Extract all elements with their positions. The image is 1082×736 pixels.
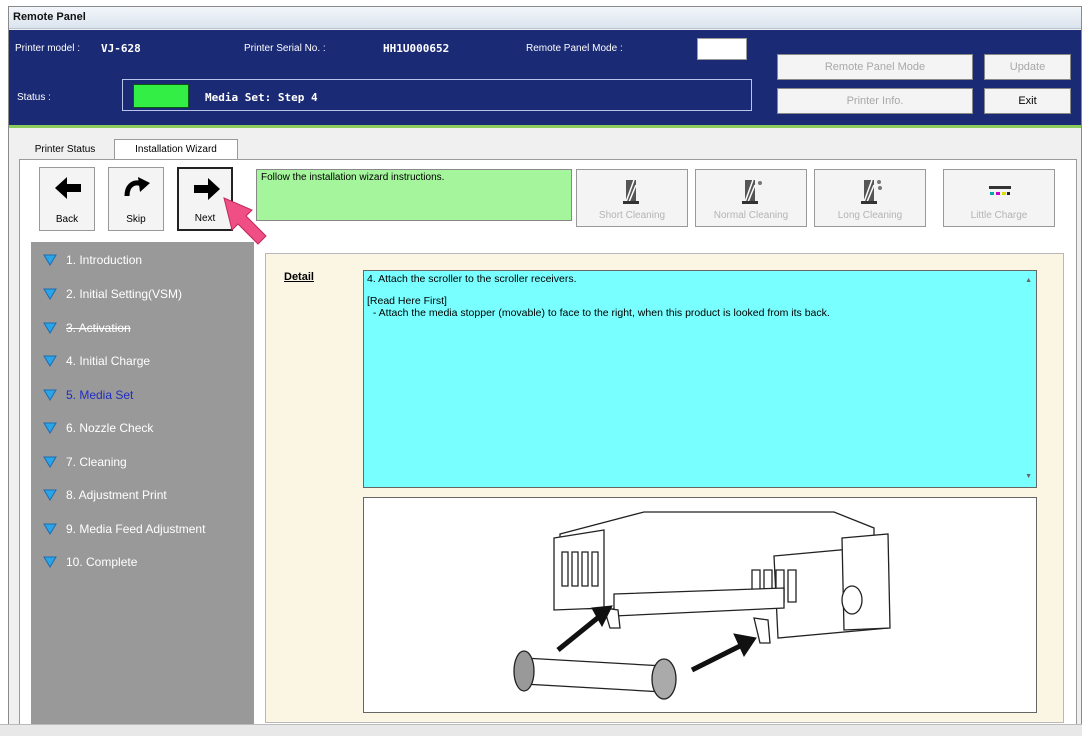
pointer-hand-icon <box>223 197 267 245</box>
wizard-step-adjustment-print[interactable]: 8. Adjustment Print <box>43 485 167 505</box>
wizard-step-media-set[interactable]: 5. Media Set <box>43 385 133 405</box>
step-label: 2. Initial Setting(VSM) <box>66 287 183 301</box>
status-indicator <box>133 84 189 108</box>
step-triangle-icon <box>43 355 57 367</box>
short-cleaning-label: Short Cleaning <box>598 210 666 221</box>
step-triangle-icon <box>43 322 57 334</box>
printer-scroller-diagram <box>513 511 891 700</box>
step-label: 7. Cleaning <box>66 455 127 469</box>
detail-spacer <box>367 285 1033 295</box>
step-label: 8. Adjustment Print <box>66 488 167 502</box>
status-text: Media Set: Step 4 <box>205 91 318 104</box>
tab-printer-status[interactable]: Printer Status <box>19 139 111 159</box>
wizard-step-nozzle-check[interactable]: 6. Nozzle Check <box>43 418 153 438</box>
detail-panel: Detail 4. Attach the scroller to the scr… <box>265 253 1064 723</box>
step-triangle-icon <box>43 523 57 535</box>
skip-button[interactable]: Skip <box>108 167 164 231</box>
normal-cleaning-button[interactable]: Normal Cleaning <box>695 169 807 227</box>
back-label: Back <box>55 214 79 225</box>
wizard-step-activation[interactable]: 3. Activation <box>43 318 131 338</box>
little-charge-label: Little Charge <box>970 210 1028 221</box>
printer-header: Printer model : VJ-628 Printer Serial No… <box>9 30 1081 125</box>
status-bar <box>0 724 1082 736</box>
step-label: 4. Initial Charge <box>66 354 151 368</box>
step-label: 1. Introduction <box>66 253 143 267</box>
detail-line-heading: [Read Here First] <box>367 295 447 307</box>
wizard-content: Back Skip Next Follow the installation w… <box>19 159 1077 729</box>
wizard-step-initial-charge[interactable]: 4. Initial Charge <box>43 351 150 371</box>
wizard-step-media-feed-adjustment[interactable]: 9. Media Feed Adjustment <box>43 519 205 539</box>
cleaning-icon <box>861 179 882 204</box>
remote-panel-window: Remote Panel Printer model : VJ-628 Prin… <box>8 6 1082 736</box>
step-triangle-icon <box>43 288 57 300</box>
scroll-down-icon[interactable]: ▼ <box>1025 471 1032 483</box>
header-accent-line <box>9 125 1081 128</box>
wizard-steps-list: 1. Introduction 2. Initial Setting(VSM) … <box>31 242 254 726</box>
step-label: 10. Complete <box>66 555 138 569</box>
wizard-step-complete[interactable]: 10. Complete <box>43 552 137 572</box>
printer-model-value: VJ-628 <box>101 42 141 55</box>
long-cleaning-label: Long Cleaning <box>837 210 903 221</box>
step-triangle-icon <box>43 489 57 501</box>
short-cleaning-button[interactable]: Short Cleaning <box>576 169 688 227</box>
printer-model-label: Printer model : <box>15 43 81 54</box>
instruction-box: Follow the installation wizard instructi… <box>256 169 572 221</box>
wizard-step-introduction[interactable]: 1. Introduction <box>43 250 142 270</box>
step-triangle-icon <box>43 254 57 266</box>
skip-arrow-icon <box>124 177 150 197</box>
exit-button[interactable]: Exit <box>984 88 1071 114</box>
step-triangle-icon <box>43 556 57 568</box>
window-title: Remote Panel <box>13 11 86 23</box>
arrow-left-icon <box>55 177 81 199</box>
step-triangle-icon <box>43 422 57 434</box>
tab-installation-wizard[interactable]: Installation Wizard <box>114 139 238 159</box>
wizard-step-cleaning[interactable]: 7. Cleaning <box>43 452 127 472</box>
detail-label: Detail <box>284 271 314 283</box>
mode-label: Remote Panel Mode : <box>526 43 623 54</box>
cleaning-icon <box>742 179 762 204</box>
step-label: 9. Media Feed Adjustment <box>66 522 206 536</box>
serial-value: HH1U000652 <box>383 42 450 55</box>
back-button[interactable]: Back <box>39 167 95 231</box>
printer-info-button[interactable]: Printer Info. <box>777 88 973 114</box>
remote-panel-mode-button[interactable]: Remote Panel Mode <box>777 54 973 80</box>
arrow-right-icon <box>194 178 220 200</box>
step-triangle-icon <box>43 456 57 468</box>
normal-cleaning-label: Normal Cleaning <box>713 210 789 221</box>
update-button[interactable]: Update <box>984 54 1071 80</box>
step-label: 3. Activation <box>66 321 131 335</box>
step-label: 5. Media Set <box>66 388 134 402</box>
scroll-up-icon[interactable]: ▲ <box>1025 275 1032 287</box>
step-triangle-icon <box>43 389 57 401</box>
status-label: Status : <box>17 92 51 103</box>
title-bar: Remote Panel <box>9 7 1081 29</box>
long-cleaning-button[interactable]: Long Cleaning <box>814 169 926 227</box>
detail-line-note: - Attach the media stopper (movable) to … <box>367 307 830 319</box>
cleaning-icon <box>623 179 639 204</box>
step-label: 6. Nozzle Check <box>66 421 154 435</box>
mode-indicator <box>697 38 747 60</box>
skip-label: Skip <box>126 214 146 225</box>
ink-charge-icon <box>989 186 1011 195</box>
serial-label: Printer Serial No. : <box>244 43 326 54</box>
printer-illustration <box>363 497 1037 713</box>
little-charge-button[interactable]: Little Charge <box>943 169 1055 227</box>
wizard-step-initial-setting[interactable]: 2. Initial Setting(VSM) <box>43 284 182 304</box>
detail-text-area[interactable]: 4. Attach the scroller to the scroller r… <box>363 270 1037 488</box>
detail-line-instruction: 4. Attach the scroller to the scroller r… <box>367 273 577 285</box>
